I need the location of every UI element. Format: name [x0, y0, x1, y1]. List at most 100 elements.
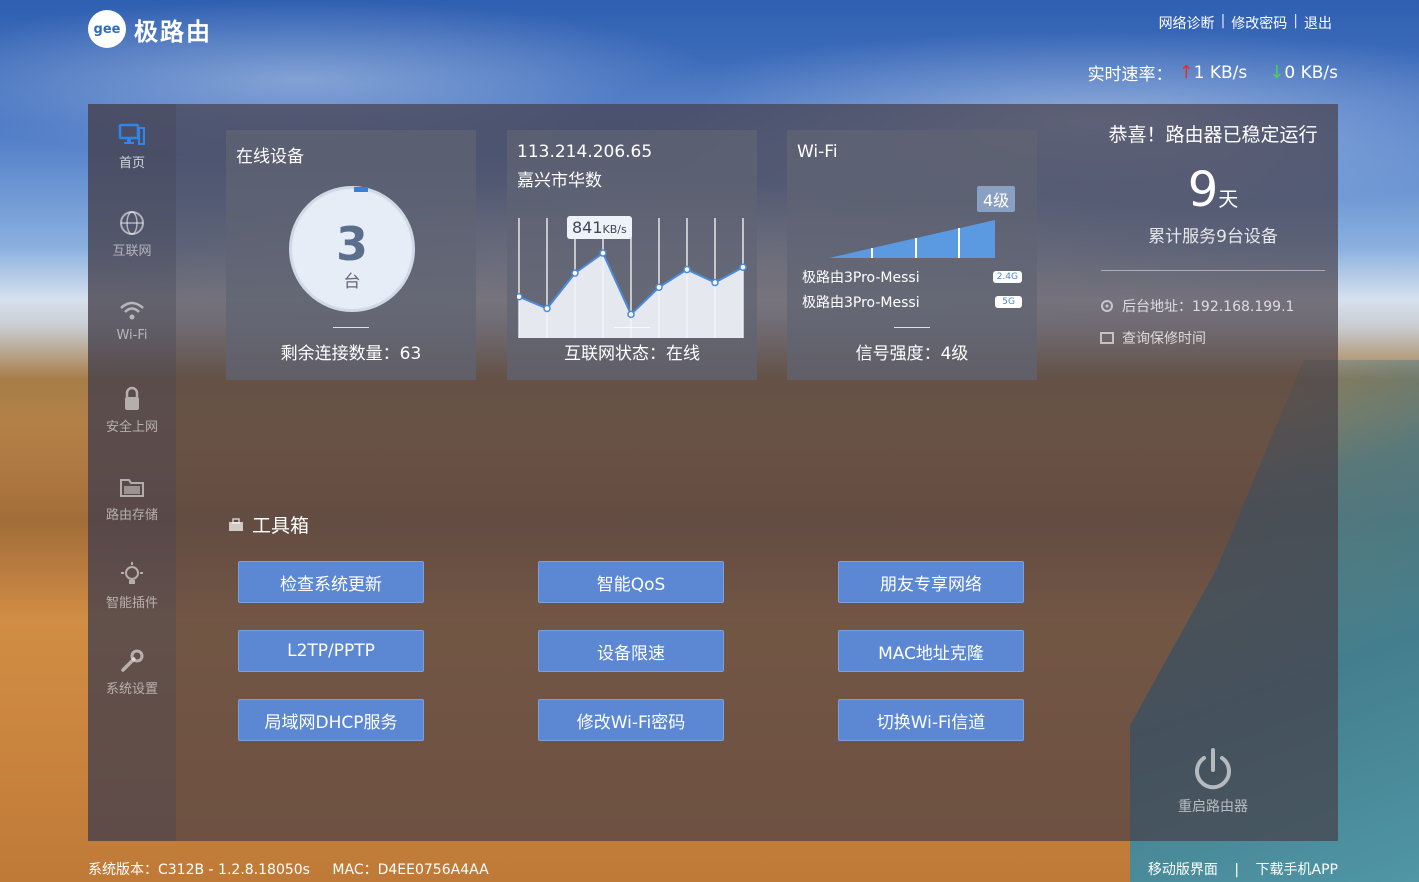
warranty-link[interactable]: 查询保修时间: [1122, 328, 1206, 348]
internet-card[interactable]: 113.214.206.65 嘉兴市华数 841KB/s 互联网状态：在线: [507, 130, 757, 380]
brand-logo[interactable]: gee 极路由: [88, 10, 212, 48]
speed-label: 实时速率：: [1087, 65, 1173, 85]
power-icon: [1195, 748, 1231, 790]
traffic-point: [599, 249, 607, 257]
ssid-name: 极路由3Pro-Messi: [802, 295, 920, 311]
sidebar-item-label: Wi-Fi: [116, 328, 148, 343]
speed-bubble-unit: KB/s: [602, 223, 627, 236]
lock-icon: [125, 386, 139, 410]
system-version: 系统版本：C312B - 1.2.8.18050s: [88, 862, 310, 878]
ssid-name: 极路由3Pro-Messi: [802, 270, 920, 286]
card-title: Wi-Fi: [797, 142, 838, 162]
sidebar-item-label: 首页: [118, 156, 145, 171]
speed-bubble: 841KB/s: [567, 216, 632, 239]
toolbox-label: 工具箱: [252, 515, 310, 537]
sidebar-item-security[interactable]: 安全上网: [88, 386, 176, 435]
reboot-label: 重启路由器: [1178, 799, 1248, 815]
link-separator: |: [1234, 862, 1240, 878]
band-5g-tag: 5G: [995, 296, 1022, 308]
traffic-chart: [517, 218, 747, 338]
signal-strength-chart: [829, 220, 995, 258]
upload-speed: 1 KB/s: [1193, 62, 1248, 83]
stable-running-title: 恭喜！路由器已稳定运行: [1108, 124, 1318, 146]
realtime-speed: 实时速率： ↑ 1 KB/s ↓ 0 KB/s: [1088, 60, 1338, 85]
sidebar-item-storage[interactable]: 路由存储: [88, 474, 176, 523]
uptime-days-unit: 天: [1218, 187, 1239, 211]
link-separator: |: [1293, 13, 1298, 29]
sidebar-item-wifi[interactable]: Wi-Fi: [88, 298, 176, 343]
toolbox-title: 工具箱: [228, 511, 309, 538]
calendar-icon: [1100, 332, 1114, 344]
divider: [333, 327, 369, 328]
globe-icon: [120, 211, 144, 235]
monitor-icon: [118, 123, 145, 145]
isp-location: 嘉兴市华数: [517, 171, 602, 191]
sidebar-item-label: 互联网: [112, 244, 152, 259]
change-wifi-password-button[interactable]: 修改Wi-Fi密码: [538, 699, 724, 741]
wifi-card[interactable]: Wi-Fi 4级 极路由3Pro-Messi 2.4G 极路由3Pro-Mess…: [787, 130, 1037, 380]
ssid-5g: 极路由3Pro-Messi 5G: [802, 292, 1022, 312]
signal-wedge: [829, 220, 995, 258]
sidebar-item-plugins[interactable]: 智能插件: [88, 562, 176, 611]
check-update-button[interactable]: 检查系统更新: [238, 561, 424, 603]
change-password-link[interactable]: 修改密码: [1231, 13, 1287, 33]
l2tp-pptp-button[interactable]: L2TP/PPTP: [238, 630, 424, 672]
band-24g-tag: 2.4G: [992, 271, 1022, 283]
brand-name: 极路由: [134, 17, 212, 46]
traffic-point: [517, 292, 523, 301]
reboot-button[interactable]: 重启路由器: [1088, 746, 1338, 816]
sidebar-item-label: 系统设置: [105, 682, 158, 697]
folder-icon: [120, 479, 144, 497]
card-title: 在线设备: [236, 147, 304, 167]
uptime-days-value: 9: [1187, 162, 1219, 218]
sidebar-item-settings[interactable]: 系统设置: [88, 648, 176, 697]
online-devices-card[interactable]: 在线设备 3 台 剩余连接数量：63: [226, 130, 476, 380]
wrench-icon: [121, 649, 144, 672]
sidebar-item-home[interactable]: 首页: [88, 122, 176, 171]
mac-clone-button[interactable]: MAC地址克隆: [838, 630, 1024, 672]
logo-badge-icon: gee: [88, 10, 126, 48]
device-count-unit: 台: [343, 272, 361, 292]
sidebar-item-label: 路由存储: [105, 508, 158, 523]
divider: [614, 327, 650, 328]
uptime-days: 9天: [1088, 162, 1338, 218]
traffic-point: [627, 310, 635, 319]
footer-info: 系统版本：C312B - 1.2.8.18050s MAC：D4EE0756A4…: [88, 859, 489, 879]
traffic-point: [543, 304, 551, 313]
divider: [894, 327, 930, 328]
download-speed: 0 KB/s: [1284, 62, 1338, 83]
sidebar-item-label: 智能插件: [105, 596, 158, 611]
device-count-circle: 3 台: [289, 186, 415, 312]
download-app-link[interactable]: 下载手机APP: [1256, 862, 1338, 878]
mac-address: MAC：D4EE0756A4AA: [332, 862, 489, 878]
switch-wifi-channel-button[interactable]: 切换Wi-Fi信道: [838, 699, 1024, 741]
sidebar-item-internet[interactable]: 互联网: [88, 210, 176, 259]
main-panel: 首页 互联网 Wi-Fi 安全上网 路由存储 智能插件 系统设置 在线设备 3 …: [88, 104, 1338, 841]
ssid-24g: 极路由3Pro-Messi 2.4G: [802, 267, 1022, 287]
internet-status: 互联网状态：在线: [564, 344, 700, 364]
admin-address: 后台地址：192.168.199.1: [1122, 299, 1295, 315]
device-count: 3: [335, 217, 368, 271]
download-arrow-icon: ↓: [1269, 62, 1285, 83]
lan-dhcp-button[interactable]: 局域网DHCP服务: [238, 699, 424, 741]
toolbox-icon: [229, 517, 243, 531]
warranty-row[interactable]: 查询保修时间: [1100, 328, 1206, 348]
signal-strength: 信号强度：4级: [855, 344, 969, 364]
sidebar-item-label: 安全上网: [105, 420, 158, 435]
traffic-point: [683, 265, 691, 274]
wan-ip: 113.214.206.65: [517, 142, 653, 162]
speed-bubble-value: 841: [572, 218, 603, 237]
network-diagnosis-link[interactable]: 网络诊断: [1159, 13, 1215, 33]
device-speed-limit-button[interactable]: 设备限速: [538, 630, 724, 672]
traffic-point: [739, 263, 747, 271]
footer-links: 移动版界面 | 下载手机APP: [1148, 859, 1338, 879]
mobile-ui-link[interactable]: 移动版界面: [1148, 862, 1218, 878]
guest-network-button[interactable]: 朋友专享网络: [838, 561, 1024, 603]
logout-link[interactable]: 退出: [1304, 13, 1332, 33]
traffic-point: [571, 269, 579, 277]
smart-qos-button[interactable]: 智能QoS: [538, 561, 724, 603]
gear-icon: [1101, 300, 1113, 312]
router-status-panel: 恭喜！路由器已稳定运行 9天 累计服务9台设备 后台地址：192.168.199…: [1088, 104, 1338, 841]
circle-progress-mark: [354, 187, 368, 192]
wifi-icon: [120, 301, 144, 320]
